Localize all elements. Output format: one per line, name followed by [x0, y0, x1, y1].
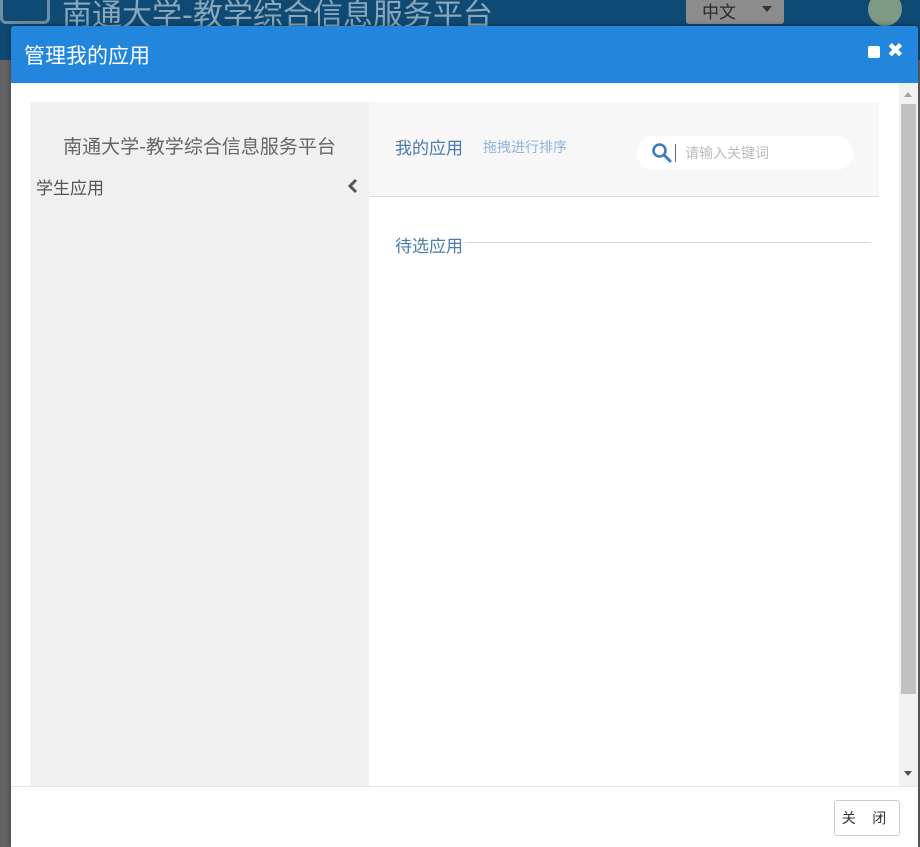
maximize-icon[interactable] — [868, 46, 880, 58]
category-student-apps[interactable]: 学生应用 — [36, 174, 104, 199]
pending-apps-label: 待选应用 — [395, 232, 465, 257]
site-logo — [0, 0, 50, 24]
apps-panel: 我的应用 拖拽进行排序 待选应用 — [369, 102, 879, 786]
modal-body: 南通大学-教学综合信息服务平台 学生应用 我的应用 拖拽进行排序 请输入关键词 … — [11, 83, 918, 786]
search-icon[interactable] — [651, 142, 673, 164]
modal-footer: 关 闭 — [11, 786, 918, 847]
manage-apps-modal: 管理我的应用 ✖ 南通大学-教学综合信息服务平台 学生应用 我的应用 拖拽进行排… — [11, 26, 918, 847]
modal-header: 管理我的应用 ✖ — [11, 26, 918, 83]
search-input[interactable] — [683, 142, 847, 166]
scroll-down-icon[interactable] — [904, 771, 912, 776]
drag-sort-hint: 拖拽进行排序 — [483, 140, 567, 156]
pending-divider — [395, 242, 871, 243]
modal-title: 管理我的应用 — [24, 44, 150, 68]
close-icon[interactable]: ✖ — [887, 38, 904, 62]
language-select[interactable]: 中文 — [686, 0, 784, 24]
app-category-panel: 南通大学-教学综合信息服务平台 学生应用 — [30, 102, 369, 786]
search-box — [637, 136, 853, 170]
avatar[interactable] — [868, 0, 902, 26]
platform-name: 南通大学-教学综合信息服务平台 — [63, 136, 336, 158]
scroll-up-icon[interactable] — [904, 92, 912, 97]
scroll-thumb[interactable] — [901, 104, 916, 694]
language-label: 中文 — [702, 3, 736, 23]
my-apps-section: 我的应用 拖拽进行排序 — [369, 102, 879, 197]
close-button[interactable]: 关 闭 — [834, 800, 900, 836]
modal-scrollbar[interactable] — [899, 83, 918, 786]
chevron-left-icon[interactable] — [346, 178, 360, 194]
search-separator — [675, 144, 676, 162]
caret-down-icon — [762, 6, 772, 12]
my-apps-label: 我的应用 — [395, 139, 463, 159]
